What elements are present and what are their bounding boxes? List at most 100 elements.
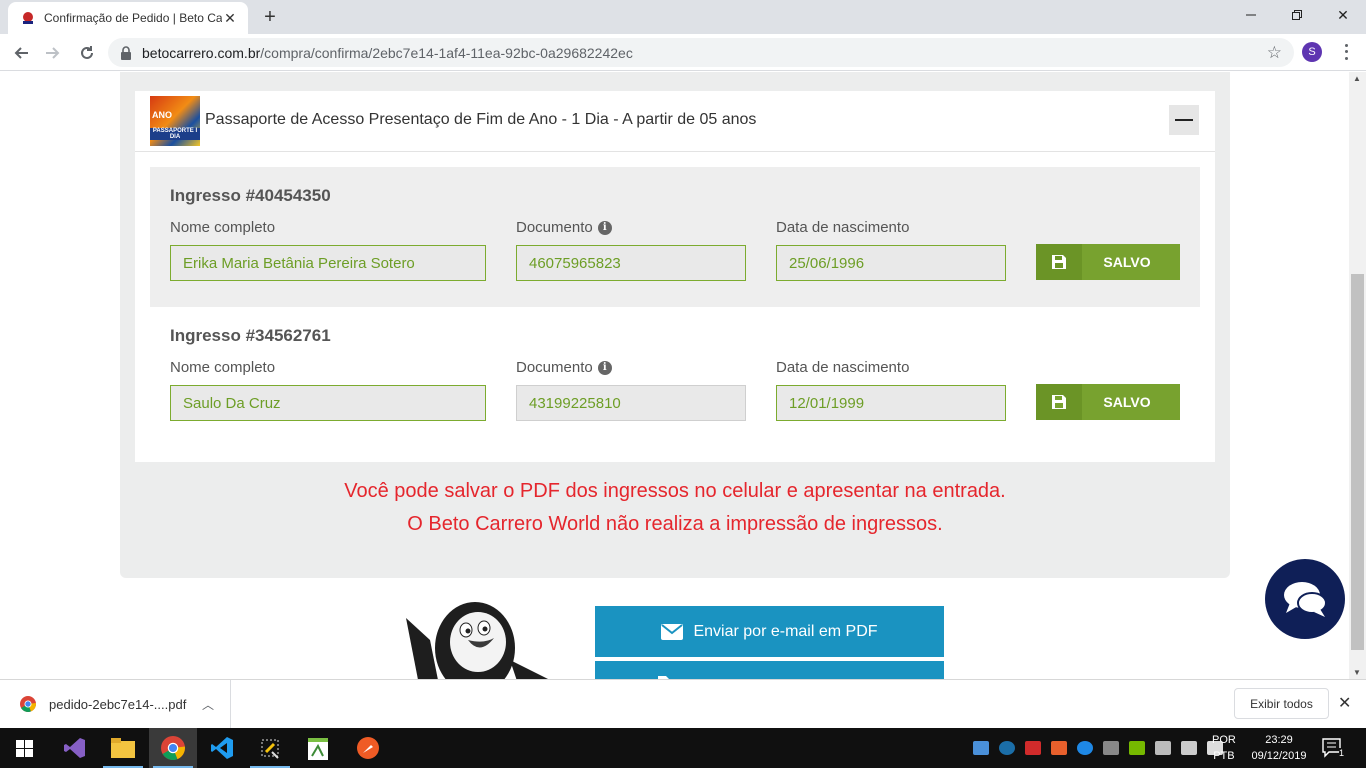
scroll-up-icon[interactable]: ▲	[1353, 74, 1361, 83]
ticket-title: Ingresso #34562761	[170, 326, 331, 345]
chrome-menu-icon[interactable]	[1338, 42, 1354, 62]
lock-icon[interactable]	[120, 45, 134, 60]
clock-date: 09/12/2019	[1251, 750, 1307, 762]
vscode-icon[interactable]	[198, 728, 246, 768]
wifi-icon[interactable]	[1181, 741, 1197, 755]
taskbar-clock[interactable]: 23:29 09/12/2019	[1250, 732, 1308, 764]
thumbnail-text-top: ANO	[152, 110, 172, 120]
name-field[interactable]: Erika Maria Betânia Pereira Sotero	[170, 245, 486, 281]
browser-tab[interactable]: Confirmação de Pedido | Beto Ca ✕	[8, 2, 248, 34]
document-field[interactable]: 46075965823	[516, 245, 746, 281]
info-icon[interactable]: i	[597, 220, 612, 235]
page-viewport: ANO PASSAPORTE I DIA Passaporte de Acess…	[0, 72, 1366, 679]
nvidia-icon[interactable]	[1129, 741, 1145, 755]
keyboard-layout: PTB	[1213, 750, 1235, 762]
bookmark-star-icon[interactable]: ☆	[1267, 43, 1282, 63]
scroll-down-icon[interactable]: ▼	[1353, 668, 1361, 677]
browser-tab-strip: Confirmação de Pedido | Beto Ca ✕ + ✕	[0, 0, 1366, 34]
chevron-up-icon[interactable]: ︿	[202, 696, 214, 713]
birth-date-field[interactable]: 25/06/1996	[776, 245, 1006, 281]
download-shelf: pedido-2ebc7e14-....pdf ︿ Exibir todos ✕	[0, 679, 1366, 728]
download-file-name: pedido-2ebc7e14-....pdf	[49, 696, 187, 712]
document-label-text: Documento	[516, 219, 593, 236]
saved-button[interactable]: SALVO	[1036, 384, 1180, 420]
tools-app-icon[interactable]	[246, 728, 294, 768]
visual-studio-icon[interactable]	[51, 728, 99, 768]
birth-date-field[interactable]: 12/01/1999	[776, 385, 1006, 421]
notification-center-icon[interactable]: 1	[1322, 738, 1344, 758]
product-thumbnail: ANO PASSAPORTE I DIA	[150, 96, 200, 146]
monitor-icon[interactable]	[1103, 741, 1119, 755]
birth-label: Data de nascimento	[776, 219, 910, 236]
close-shelf-icon[interactable]: ✕	[1338, 693, 1351, 713]
reload-icon[interactable]	[74, 40, 100, 66]
ticket-title: Ingresso #40454350	[170, 186, 331, 205]
document-label: Documento i	[516, 219, 612, 236]
send-email-pdf-label: Enviar por e-mail em PDF	[693, 622, 878, 640]
window-close-icon[interactable]: ✕	[1320, 0, 1366, 30]
site-favicon-icon	[20, 10, 36, 26]
restore-icon[interactable]	[1274, 0, 1320, 30]
page-scrollbar[interactable]: ▲ ▼	[1349, 72, 1366, 679]
scrollbar-thumb[interactable]	[1351, 274, 1364, 650]
file-explorer-icon[interactable]	[99, 728, 147, 768]
floppy-disk-icon	[1036, 244, 1082, 280]
chrome-file-icon	[20, 696, 36, 712]
product-card-header[interactable]: ANO PASSAPORTE I DIA Passaporte de Acess…	[135, 91, 1215, 152]
notice-line-1: Você pode salvar o PDF dos ingressos no …	[344, 480, 1006, 502]
minus-icon	[1175, 119, 1193, 121]
postman-icon[interactable]	[344, 728, 392, 768]
document-label-text: Documento	[516, 359, 593, 376]
notice-line-2: O Beto Carrero World não realiza a impre…	[407, 513, 943, 535]
saved-button-label: SALVO	[1103, 394, 1151, 410]
url-text: betocarrero.com.br/compra/confirma/2ebc7…	[142, 45, 633, 61]
language-indicator[interactable]: POR PTB	[1212, 732, 1236, 764]
language-code: POR	[1212, 734, 1236, 746]
document-field[interactable]: 43199225810	[516, 385, 746, 421]
collapse-button[interactable]	[1169, 105, 1199, 135]
notepad-app-icon[interactable]	[294, 728, 342, 768]
battery-icon[interactable]	[1155, 741, 1171, 755]
envelope-icon	[661, 623, 684, 640]
new-tab-icon[interactable]: +	[258, 5, 282, 29]
ticket-block: Ingresso #40454350 Nome completo Documen…	[150, 167, 1200, 307]
info-icon[interactable]: i	[597, 360, 612, 375]
tab-title: Confirmação de Pedido | Beto Ca	[44, 11, 222, 25]
system-tray	[968, 728, 1228, 768]
download-item[interactable]: pedido-2ebc7e14-....pdf ︿	[0, 680, 231, 728]
url-host: betocarrero.com.br	[142, 44, 261, 61]
chrome-taskbar-icon[interactable]	[149, 728, 197, 768]
network-share-icon[interactable]	[973, 741, 989, 755]
document-label: Documento i	[516, 359, 612, 376]
url-path: /compra/confirma/2ebc7e14-1af4-11ea-92bc…	[260, 44, 633, 61]
birth-label: Data de nascimento	[776, 359, 910, 376]
saved-button[interactable]: SALVO	[1036, 244, 1180, 280]
name-label: Nome completo	[170, 219, 276, 236]
teamviewer-icon[interactable]	[1077, 741, 1093, 755]
clock-time: 23:29	[1265, 734, 1293, 746]
penguin-illustration	[406, 602, 548, 679]
tab-close-icon[interactable]: ✕	[222, 10, 238, 27]
steam-icon[interactable]	[999, 741, 1015, 755]
back-icon[interactable]	[8, 40, 34, 66]
show-all-downloads-button[interactable]: Exibir todos	[1234, 688, 1329, 719]
product-title: Passaporte de Acesso Presentaço de Fim d…	[205, 111, 757, 128]
profile-avatar[interactable]: S	[1302, 42, 1322, 62]
minimize-icon[interactable]	[1228, 0, 1274, 30]
name-field[interactable]: Saulo Da Cruz	[170, 385, 486, 421]
download-pdf-button[interactable]	[595, 661, 944, 679]
address-bar[interactable]: betocarrero.com.br/compra/confirma/2ebc7…	[108, 38, 1294, 67]
forward-icon[interactable]	[40, 40, 66, 66]
flux-icon[interactable]	[1051, 741, 1067, 755]
chat-button[interactable]	[1265, 559, 1345, 639]
windows-start-icon[interactable]	[0, 728, 48, 768]
name-label: Nome completo	[170, 359, 276, 376]
notification-count: 1	[1338, 748, 1344, 758]
record-app-icon[interactable]	[1025, 741, 1041, 755]
product-card: ANO PASSAPORTE I DIA Passaporte de Acess…	[135, 91, 1215, 462]
windows-taskbar: POR PTB 23:29 09/12/2019 1	[0, 728, 1366, 768]
send-email-pdf-button[interactable]: Enviar por e-mail em PDF	[595, 606, 944, 657]
saved-button-label: SALVO	[1103, 254, 1151, 270]
chat-icon	[1284, 582, 1327, 617]
thumbnail-text-bottom: PASSAPORTE I DIA	[150, 128, 200, 140]
